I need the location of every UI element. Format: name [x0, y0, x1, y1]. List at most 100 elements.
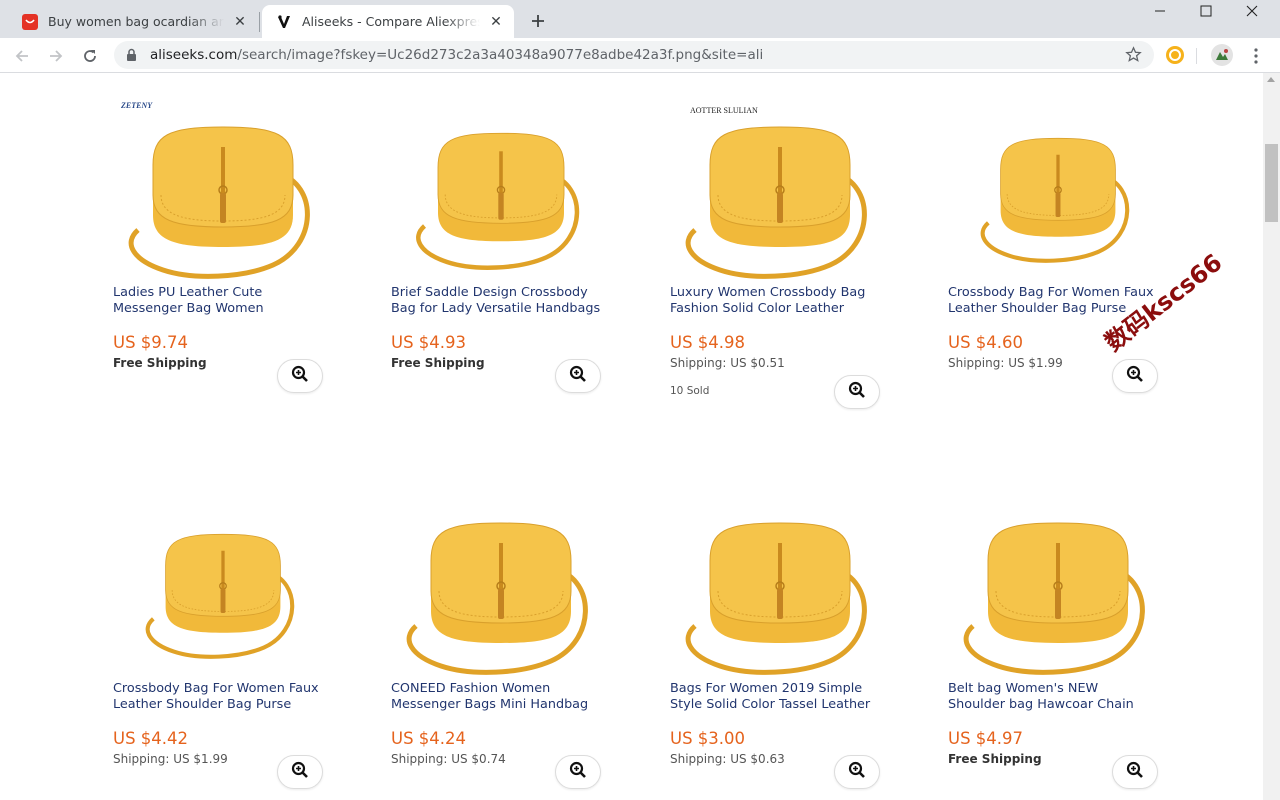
- product-title-line[interactable]: Leather Shoulder Bag Purse: [113, 697, 333, 713]
- bag-image[interactable]: [948, 95, 1168, 285]
- tab-divider: [259, 12, 260, 32]
- product-title[interactable]: Belt bag Women's NEW Shoulder bag Hawcoa…: [948, 681, 1168, 712]
- tab-aliseeks[interactable]: Aliseeks - Compare Aliexpress products ✕: [262, 5, 514, 38]
- close-icon[interactable]: ✕: [488, 13, 504, 30]
- product-card[interactable]: ZETENY Ladies PU Leather Cute Messenger …: [113, 73, 353, 413]
- sold-count: 10 Sold: [670, 385, 710, 397]
- shipping-info: Shipping: US $0.74: [391, 752, 506, 766]
- product-title[interactable]: Luxury Women Crossbody Bag Fashion Solid…: [670, 285, 890, 316]
- product-title-line[interactable]: Luxury Women Crossbody Bag: [670, 285, 890, 301]
- extension-coin-icon[interactable]: [1164, 44, 1186, 66]
- product-title-line[interactable]: Belt bag Women's NEW: [948, 681, 1168, 697]
- browser-toolbar: aliseeks.com/search/image?fskey=Uc26d273…: [0, 38, 1280, 73]
- reload-button[interactable]: [76, 42, 104, 70]
- zoom-in-button[interactable]: [555, 359, 601, 393]
- product-title-line[interactable]: Crossbody Bag For Women Faux: [113, 681, 333, 697]
- zoom-in-icon: [569, 365, 587, 388]
- maximize-button[interactable]: [1183, 0, 1229, 22]
- product-title[interactable]: Bags For Women 2019 Simple Style Solid C…: [670, 681, 890, 712]
- bag-image[interactable]: [391, 491, 611, 681]
- zoom-in-icon: [848, 761, 866, 784]
- shipping-info: Shipping: US $1.99: [113, 752, 228, 766]
- product-image[interactable]: [113, 491, 333, 681]
- product-title[interactable]: CONEED Fashion Women Messenger Bags Mini…: [391, 681, 611, 712]
- bag-image[interactable]: [391, 95, 611, 285]
- bookmark-star-icon[interactable]: [1125, 46, 1142, 68]
- zoom-in-button[interactable]: [277, 359, 323, 393]
- product-title-line[interactable]: Shoulder bag Hawcoar Chain: [948, 697, 1168, 713]
- window-close-button[interactable]: [1229, 0, 1275, 22]
- product-title[interactable]: Crossbody Bag For Women Faux Leather Sho…: [113, 681, 333, 712]
- shipping-info: Shipping: US $1.99: [948, 356, 1063, 370]
- product-image[interactable]: [670, 491, 890, 681]
- product-title[interactable]: Brief Saddle Design Crossbody Bag for La…: [391, 285, 611, 316]
- product-title-line[interactable]: Brief Saddle Design Crossbody: [391, 285, 611, 301]
- address-bar[interactable]: aliseeks.com/search/image?fskey=Uc26d273…: [114, 41, 1154, 69]
- product-image[interactable]: [670, 95, 890, 285]
- zoom-in-button[interactable]: [555, 755, 601, 789]
- lock-icon[interactable]: [126, 48, 137, 67]
- product-title-line[interactable]: CONEED Fashion Women: [391, 681, 611, 697]
- product-card[interactable]: Crossbody Bag For Women Faux Leather Sho…: [948, 73, 1188, 413]
- product-title-line[interactable]: Fashion Solid Color Leather: [670, 301, 890, 317]
- product-title-line[interactable]: Style Solid Color Tassel Leather: [670, 697, 890, 713]
- product-card[interactable]: Belt bag Women's NEW Shoulder bag Hawcoa…: [948, 469, 1188, 800]
- product-title-line[interactable]: Bags For Women 2019 Simple: [670, 681, 890, 697]
- product-image[interactable]: [113, 95, 333, 285]
- menu-kebab-icon[interactable]: [1242, 42, 1270, 70]
- shipping-info: Free Shipping: [391, 356, 485, 370]
- zoom-in-icon: [569, 761, 587, 784]
- product-card[interactable]: CONEED Fashion Women Messenger Bags Mini…: [391, 469, 631, 800]
- product-image[interactable]: [391, 491, 611, 681]
- zoom-in-button[interactable]: [1112, 359, 1158, 393]
- url-path: /search/image?fskey=Uc26d273c2a3a40348a9…: [237, 47, 764, 63]
- shipping-info: Free Shipping: [113, 356, 207, 370]
- brand-logo: AOTTER SLULIAN: [690, 106, 758, 115]
- product-title-line[interactable]: Bag for Lady Versatile Handbags: [391, 301, 611, 317]
- tab-aliexpress[interactable]: Buy women bag ocardian and get free ship…: [8, 5, 258, 38]
- product-price: US $4.60: [948, 333, 1024, 352]
- search-results: ZETENY Ladies PU Leather Cute Messenger …: [0, 73, 1263, 800]
- product-image[interactable]: [391, 95, 611, 285]
- url-host: aliseeks.com: [150, 47, 238, 63]
- product-image[interactable]: [948, 95, 1168, 285]
- scrollbar[interactable]: [1263, 73, 1280, 800]
- product-title-line[interactable]: Messenger Bag Women: [113, 301, 333, 317]
- profile-avatar[interactable]: [1211, 44, 1233, 66]
- product-image[interactable]: [948, 491, 1168, 681]
- bag-image[interactable]: [113, 95, 333, 285]
- product-price: US $4.93: [391, 333, 467, 352]
- bag-image[interactable]: [670, 491, 890, 681]
- shipping-info: Free Shipping: [948, 752, 1042, 766]
- toolbar-divider: [1196, 48, 1197, 64]
- bag-image[interactable]: [113, 491, 333, 681]
- scroll-up-arrow-icon[interactable]: [1267, 77, 1275, 82]
- zoom-in-icon: [1126, 761, 1144, 784]
- product-card[interactable]: Bags For Women 2019 Simple Style Solid C…: [670, 469, 910, 800]
- back-button[interactable]: [8, 42, 36, 70]
- product-price: US $4.98: [670, 333, 746, 352]
- product-price: US $9.74: [113, 333, 189, 352]
- product-title[interactable]: Ladies PU Leather Cute Messenger Bag Wom…: [113, 285, 333, 316]
- product-title-line[interactable]: Messenger Bags Mini Handbag: [391, 697, 611, 713]
- product-card[interactable]: Brief Saddle Design Crossbody Bag for La…: [391, 73, 631, 413]
- scrollbar-thumb[interactable]: [1265, 144, 1278, 222]
- zoom-in-icon: [291, 365, 309, 388]
- product-card[interactable]: AOTTER SLULIAN Luxury Women Crossbody Ba…: [670, 73, 910, 413]
- zoom-in-button[interactable]: [1112, 755, 1158, 789]
- zoom-in-button[interactable]: [277, 755, 323, 789]
- close-icon[interactable]: ✕: [232, 13, 248, 30]
- product-price: US $4.24: [391, 729, 467, 748]
- minimize-button[interactable]: [1137, 0, 1183, 22]
- aliexpress-icon: [22, 13, 38, 30]
- zoom-in-button[interactable]: [834, 375, 880, 409]
- zoom-in-button[interactable]: [834, 755, 880, 789]
- bag-image[interactable]: [670, 95, 890, 285]
- product-price: US $3.00: [670, 729, 746, 748]
- new-tab-button[interactable]: [526, 9, 550, 33]
- product-card[interactable]: Crossbody Bag For Women Faux Leather Sho…: [113, 469, 353, 800]
- zoom-in-icon: [291, 761, 309, 784]
- forward-button[interactable]: [42, 42, 70, 70]
- bag-image[interactable]: [948, 491, 1168, 681]
- product-title-line[interactable]: Ladies PU Leather Cute: [113, 285, 333, 301]
